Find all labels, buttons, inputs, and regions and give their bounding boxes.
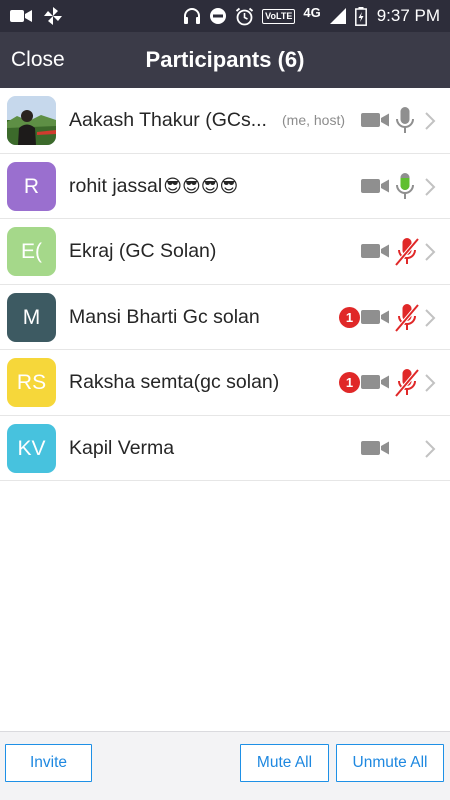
- participant-name: Raksha semta(gc solan): [69, 371, 280, 393]
- mute-all-button[interactable]: Mute All: [240, 744, 329, 782]
- participant-name: Kapil Verma: [69, 436, 175, 459]
- close-button[interactable]: Close: [11, 32, 65, 88]
- participants-screen: VoLTE 4G 9:37 PM Participants (6) Close: [0, 0, 450, 800]
- participant-row[interactable]: R rohit jassal😎😎😎😎: [0, 154, 450, 219]
- participant-row[interactable]: M Mansi Bharti Gc solan 1: [0, 285, 450, 350]
- video-camera-icon[interactable]: [361, 373, 390, 396]
- participant-row[interactable]: Aakash Thakur (GCs... (me, host): [0, 88, 450, 154]
- battery-charging-icon: [354, 6, 367, 26]
- participant-name: Aakash Thakur (GCs...: [69, 109, 267, 131]
- participant-row[interactable]: KV Kapil Verma: [0, 416, 450, 481]
- participants-list: Aakash Thakur (GCs... (me, host) R rohit…: [0, 88, 450, 481]
- video-camera-icon[interactable]: [361, 308, 390, 331]
- headphones-icon: [183, 7, 201, 25]
- volte-indicator: VoLTE: [262, 8, 296, 24]
- video-camera-icon[interactable]: [361, 177, 390, 200]
- participant-row[interactable]: E( Ekraj (GC Solan): [0, 219, 450, 285]
- participant-name: rohit jassal😎😎😎😎: [69, 154, 238, 219]
- invite-button[interactable]: Invite: [5, 744, 92, 782]
- avatar: M: [7, 292, 56, 342]
- sunglasses-emojis: 😎😎😎😎: [163, 175, 239, 196]
- microphone-icon[interactable]: [394, 106, 416, 141]
- video-camera-icon[interactable]: [361, 439, 390, 462]
- unread-chat-badge: 1: [339, 372, 360, 393]
- participant-name: Ekraj (GC Solan): [69, 240, 217, 262]
- do-not-disturb-icon: [209, 7, 227, 25]
- chevron-right-icon[interactable]: [424, 439, 436, 464]
- video-camera-icon[interactable]: [361, 111, 390, 134]
- microphone-muted-icon[interactable]: [394, 303, 420, 338]
- alarm-clock-icon: [235, 7, 254, 26]
- page-title: Participants (6): [145, 47, 305, 72]
- microphone-muted-icon[interactable]: [394, 368, 420, 403]
- participant-name-text: rohit jassal: [69, 174, 163, 197]
- header-bar: Participants (6) Close: [0, 32, 450, 88]
- video-camera-icon: [10, 9, 32, 23]
- participant-row[interactable]: RS Raksha semta(gc solan) 1: [0, 350, 450, 416]
- unmute-all-button[interactable]: Unmute All: [336, 744, 444, 782]
- network-type: 4G: [303, 4, 321, 20]
- signal-strength-icon: [329, 7, 347, 25]
- chevron-right-icon[interactable]: [424, 308, 436, 333]
- microphone-muted-icon[interactable]: [394, 237, 420, 272]
- chevron-right-icon[interactable]: [424, 111, 436, 136]
- clock: 9:37 PM: [376, 6, 440, 25]
- participant-role-tag: (me, host): [282, 112, 346, 128]
- chevron-right-icon[interactable]: [424, 373, 436, 398]
- chevron-right-icon[interactable]: [424, 177, 436, 202]
- avatar: R: [7, 161, 56, 211]
- unread-chat-badge: 1: [339, 306, 360, 328]
- participant-name: Mansi Bharti Gc solan: [69, 305, 260, 328]
- status-bar: VoLTE 4G 9:37 PM: [0, 0, 450, 32]
- video-camera-icon[interactable]: [361, 242, 390, 265]
- avatar: RS: [7, 358, 56, 407]
- microphone-speaking-icon[interactable]: [394, 172, 416, 207]
- avatar: [7, 96, 56, 145]
- avatar: E(: [7, 227, 56, 276]
- avatar: KV: [7, 423, 56, 473]
- pinwheel-icon: [44, 7, 62, 25]
- chevron-right-icon[interactable]: [424, 242, 436, 267]
- bottom-toolbar: Invite Mute All Unmute All: [0, 731, 450, 800]
